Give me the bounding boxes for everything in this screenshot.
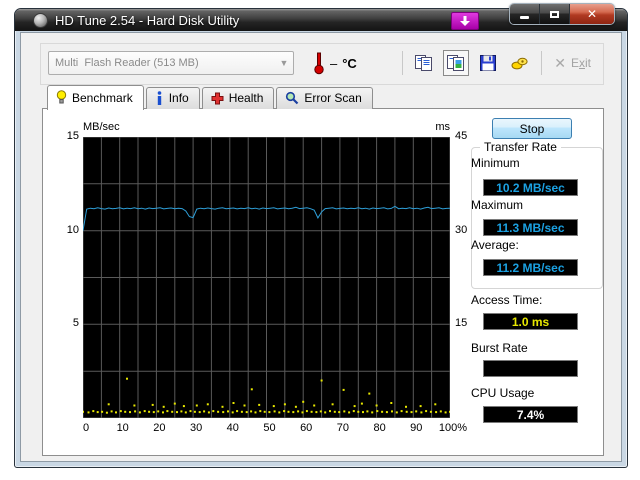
toolbar-separator xyxy=(541,51,543,75)
access-time-label: Access Time: xyxy=(471,293,543,307)
cpu-usage-label: CPU Usage xyxy=(471,386,535,400)
chevron-down-icon: ▼ xyxy=(279,58,289,68)
chart-area: MB/sec ms 15 10 5 45 30 15 0 10 20 30 40 50 60 70 80 90… xyxy=(43,109,473,449)
left-axis-title: MB/sec xyxy=(83,121,120,133)
tabstrip: Benchmark Info Health Error Scan xyxy=(47,85,375,110)
access-time-value: 1.0 ms xyxy=(483,313,578,330)
tab-label: Health xyxy=(228,91,264,105)
exit-icon: ✕ xyxy=(554,54,566,71)
health-cross-icon xyxy=(211,92,224,104)
x-axis-tick: 80 xyxy=(373,422,386,434)
temperature-value: – xyxy=(330,55,338,71)
tab-health[interactable]: Health xyxy=(201,87,275,109)
copy-text-icon xyxy=(415,55,433,71)
minimize-button[interactable] xyxy=(510,4,539,24)
x-axis-tick: 10 xyxy=(116,422,129,434)
app-window: HD Tune 2.54 - Hard Disk Utility ✕ Multi… xyxy=(14,3,628,468)
tab-label: Info xyxy=(168,91,189,105)
x-axis-tick: 90 xyxy=(410,422,423,434)
stop-button[interactable]: Stop xyxy=(492,118,572,139)
window-title: HD Tune 2.54 - Hard Disk Utility xyxy=(55,13,240,28)
transfer-rate-group-label: Transfer Rate xyxy=(480,140,561,154)
burst-rate-label: Burst Rate xyxy=(471,341,528,355)
bulb-icon xyxy=(56,90,67,104)
temperature-indicator: – °C xyxy=(313,51,357,75)
x-axis-tick: 50 xyxy=(263,422,276,434)
copy-screenshot-button[interactable] xyxy=(443,50,470,76)
x-axis-tick: 70 xyxy=(336,422,350,434)
right-axis-title: ms xyxy=(435,121,450,133)
save-icon xyxy=(480,55,497,71)
left-axis-tick: 5 xyxy=(72,317,79,330)
options-icon xyxy=(511,57,528,70)
client-area: Multi Flash Reader (513 MB) ▼ – °C ✕ Exi… xyxy=(20,32,622,462)
minimum-label: Minimum xyxy=(471,156,520,170)
right-axis-tick: 45 xyxy=(455,130,468,142)
close-button[interactable]: ✕ xyxy=(569,4,614,24)
left-axis-tick: 15 xyxy=(66,130,79,142)
info-icon xyxy=(157,91,162,105)
x-axis-tick: 0 xyxy=(82,422,90,434)
exit-button[interactable]: ✕ Exit xyxy=(550,55,595,72)
toolbar-separator xyxy=(402,51,404,75)
copy-text-button[interactable] xyxy=(411,50,437,76)
temperature-unit: °C xyxy=(342,55,357,71)
download-overlay-button[interactable] xyxy=(451,12,479,30)
drive-select[interactable]: Multi Flash Reader (513 MB) ▼ xyxy=(48,51,294,75)
tab-benchmark[interactable]: Benchmark xyxy=(47,85,144,110)
minimize-icon xyxy=(520,15,529,19)
tab-error-scan[interactable]: Error Scan xyxy=(276,87,373,109)
tab-label: Benchmark xyxy=(72,90,133,105)
toolbar: Multi Flash Reader (513 MB) ▼ – °C ✕ Exi… xyxy=(40,43,604,85)
minimum-value: 10.2 MB/sec xyxy=(483,179,578,196)
x-axis-tick: 100% xyxy=(438,422,468,434)
app-icon xyxy=(33,13,48,28)
exit-label: Exit xyxy=(570,56,591,70)
maximum-value: 11.3 MB/sec xyxy=(483,219,578,236)
cpu-usage-value: 7.4% xyxy=(483,406,578,423)
benchmark-page: MB/sec ms 15 10 5 45 30 15 0 10 20 30 40 50 60 70 80 90… xyxy=(42,108,604,456)
drive-select-value: Multi Flash Reader (513 MB) xyxy=(55,57,199,69)
x-axis-tick: 20 xyxy=(153,422,166,434)
x-axis-tick: 40 xyxy=(226,422,239,434)
magnifier-icon xyxy=(286,91,299,105)
x-axis-tick: 30 xyxy=(189,422,203,434)
right-axis-tick: 15 xyxy=(455,317,468,330)
copy-screenshot-icon xyxy=(447,55,465,71)
toolbar-buttons: ✕ Exit xyxy=(400,49,595,77)
options-button[interactable] xyxy=(507,50,533,76)
maximize-icon xyxy=(550,10,559,18)
down-arrow-icon xyxy=(460,15,470,26)
maximize-button[interactable] xyxy=(539,4,569,24)
tab-label: Error Scan xyxy=(304,91,362,105)
maximum-label: Maximum xyxy=(471,198,524,212)
left-axis-tick: 10 xyxy=(66,223,79,236)
close-icon: ✕ xyxy=(586,7,598,21)
benchmark-plot xyxy=(83,137,450,418)
x-axis-tick: 60 xyxy=(300,422,313,434)
titlebar: HD Tune 2.54 - Hard Disk Utility ✕ xyxy=(15,3,627,31)
tab-info[interactable]: Info xyxy=(145,87,200,109)
burst-rate-value xyxy=(483,360,578,377)
average-label: Average: xyxy=(471,238,519,252)
thermometer-icon xyxy=(314,52,324,75)
average-value: 11.2 MB/sec xyxy=(483,259,578,276)
caption-buttons: ✕ xyxy=(509,3,615,25)
save-button[interactable] xyxy=(475,50,501,76)
